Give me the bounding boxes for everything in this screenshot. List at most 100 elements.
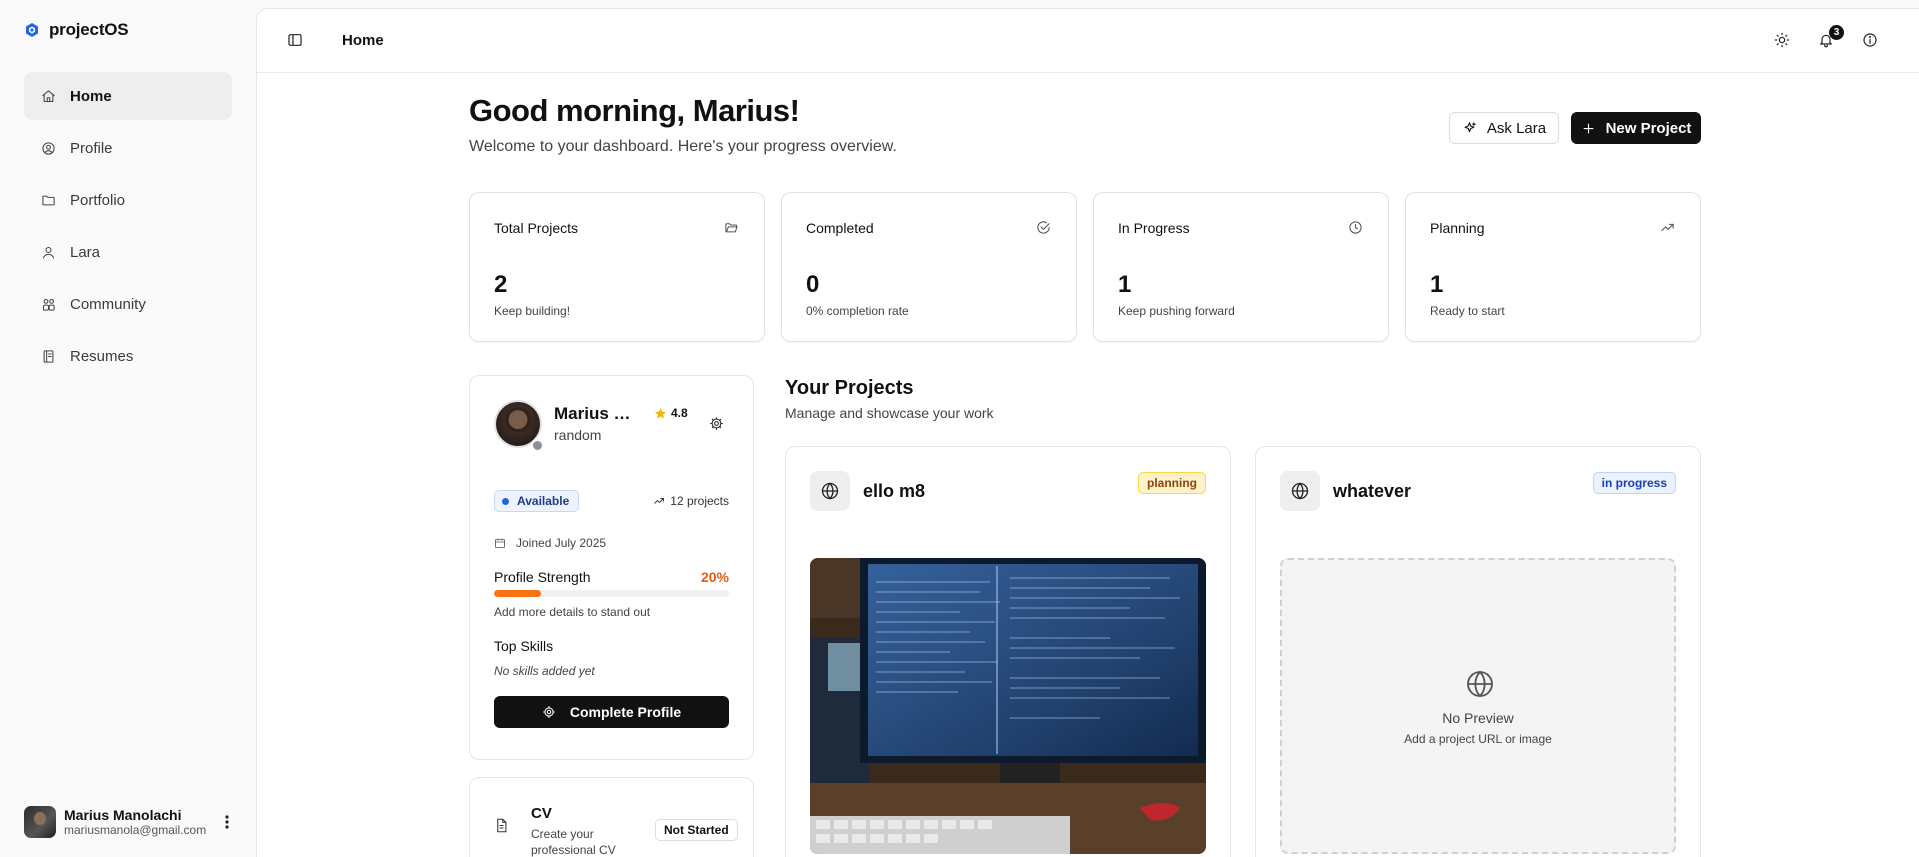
stat-label: Completed — [806, 220, 874, 236]
file-text-icon — [494, 818, 510, 834]
new-project-label: New Project — [1605, 119, 1692, 137]
bell-icon[interactable]: 3 — [1817, 25, 1844, 49]
sidebar-item-resumes[interactable]: Resumes — [24, 332, 232, 380]
project-card[interactable]: whatever in progress No Preview Add a pr… — [1255, 446, 1701, 857]
home-icon — [40, 88, 56, 104]
sidebar-item-label: Portfolio — [70, 191, 126, 209]
calendar-icon — [495, 538, 505, 548]
trending-up-icon — [1660, 220, 1676, 236]
sidebar-item-lara[interactable]: Lara — [24, 228, 232, 276]
profile-name: Marius Manolachi — [554, 404, 644, 423]
topbar: Home 3 — [257, 9, 1919, 73]
skills-title: Top Skills — [494, 638, 554, 654]
availability-badge: Available — [494, 490, 580, 512]
no-preview-placeholder[interactable]: No Preview Add a project URL or image — [1280, 558, 1676, 854]
stat-caption: 0% completion rate — [806, 304, 909, 318]
profile-strength-fill — [494, 590, 541, 597]
user-info: Marius Manolachi mariusmanola@gmail.com — [64, 807, 210, 837]
stat-label: In Progress — [1118, 220, 1190, 236]
user-icon — [40, 244, 56, 260]
sidebar-item-label: Lara — [70, 243, 101, 261]
user-name: Marius Manolachi — [64, 807, 182, 823]
user-email: mariusmanola@gmail.com — [64, 823, 207, 837]
folder-open-icon — [724, 220, 740, 236]
plus-icon — [1583, 123, 1593, 133]
info-icon[interactable] — [1861, 31, 1879, 49]
sparkles-icon — [1464, 121, 1476, 132]
stat-label: Planning — [1430, 220, 1485, 236]
sidebar-item-portfolio[interactable]: Portfolio — [24, 176, 232, 224]
complete-profile-label: Complete Profile — [569, 704, 682, 720]
profile-rating: 4.8 — [654, 406, 688, 420]
sidebar-toggle-icon[interactable] — [287, 32, 303, 48]
globe-icon — [1280, 471, 1320, 511]
profile-strength-bar — [494, 590, 729, 597]
avatar — [24, 806, 56, 838]
sidebar-item-home[interactable]: Home — [24, 72, 232, 120]
check-circle-icon — [1036, 220, 1052, 236]
projects-title: Your Projects — [785, 377, 914, 399]
page-title: Home — [342, 32, 384, 49]
sidebar-item-label: Profile — [70, 139, 113, 157]
more-vertical-icon[interactable] — [218, 812, 236, 832]
globe-icon — [1464, 668, 1496, 700]
ask-lara-button[interactable]: Ask Lara — [1449, 112, 1559, 144]
project-card[interactable]: ello m8 planning — [785, 446, 1231, 857]
profile-hint: Add more details to stand out — [494, 605, 651, 619]
profile-handle: random — [554, 427, 602, 443]
stat-caption: Ready to start — [1430, 304, 1505, 318]
stat-caption: Keep building! — [494, 304, 571, 318]
app-name: projectOS — [49, 20, 129, 39]
sidebar-item-profile[interactable]: Profile — [24, 124, 232, 172]
no-preview-title: No Preview — [1442, 710, 1514, 726]
availability-dot — [502, 497, 509, 505]
projects-subtitle: Manage and showcase your work — [785, 405, 994, 421]
profile-card: Marius Manolachi 4.8 random Available 12… — [469, 375, 754, 760]
rating-value: 4.8 — [671, 406, 688, 420]
no-preview-subtitle: Add a project URL or image — [1404, 732, 1552, 746]
users-icon — [40, 296, 56, 312]
brand[interactable]: projectOS — [24, 20, 129, 40]
book-icon — [40, 348, 56, 364]
sidebar-item-label: Community — [70, 295, 146, 313]
logo-icon — [26, 23, 38, 37]
ask-lara-label: Ask Lara — [1486, 119, 1547, 137]
project-count: 12 projects — [653, 494, 729, 508]
status-badge: in progress — [1592, 472, 1676, 494]
stat-caption: Keep pushing forward — [1118, 304, 1235, 318]
cv-card[interactable]: CV Create your professional CV Not Start… — [469, 777, 754, 857]
sidebar: projectOS Home Profile Portfolio Lara Co… — [0, 0, 256, 857]
notification-badge: 3 — [1829, 25, 1844, 40]
project-preview-image — [810, 558, 1206, 854]
complete-profile-button[interactable]: Complete Profile — [494, 696, 729, 728]
status-dot — [531, 439, 544, 452]
gear-icon[interactable] — [709, 416, 725, 432]
user-circle-icon — [40, 140, 56, 156]
availability-label: Available — [517, 494, 570, 508]
stat-value: 2 — [494, 271, 508, 298]
stat-value: 0 — [806, 271, 820, 298]
joined-label: Joined July 2025 — [516, 536, 607, 550]
skills-empty: No skills added yet — [494, 664, 595, 678]
clock-icon — [1348, 220, 1364, 236]
trending-up-icon — [654, 498, 665, 504]
stat-card-completed: Completed 0 0% completion rate — [781, 192, 1077, 342]
main-content: Home 3 Good morning, Marius! Welcome to … — [256, 8, 1919, 857]
stat-card-total-projects: Total Projects 2 Keep building! — [469, 192, 765, 342]
gear-icon — [543, 706, 555, 718]
profile-strength-label: Profile Strength — [494, 569, 591, 585]
project-count-label: 12 projects — [670, 494, 729, 508]
stat-value: 1 — [1430, 271, 1444, 298]
status-badge: Not Started — [655, 819, 738, 841]
cv-description: Create your professional CV — [531, 827, 616, 857]
greeting-subtitle: Welcome to your dashboard. Here's your p… — [469, 138, 897, 155]
user-menu[interactable]: Marius Manolachi mariusmanola@gmail.com — [24, 804, 236, 840]
new-project-button[interactable]: New Project — [1571, 112, 1701, 144]
preview-photo — [810, 558, 1206, 854]
stat-card-planning: Planning 1 Ready to start — [1405, 192, 1701, 342]
sidebar-item-label: Resumes — [70, 347, 134, 365]
sun-icon[interactable] — [1773, 31, 1791, 49]
sidebar-item-community[interactable]: Community — [24, 280, 232, 328]
project-name: whatever — [1333, 481, 1412, 501]
sidebar-nav: Home Profile Portfolio Lara Community Re… — [24, 72, 232, 384]
